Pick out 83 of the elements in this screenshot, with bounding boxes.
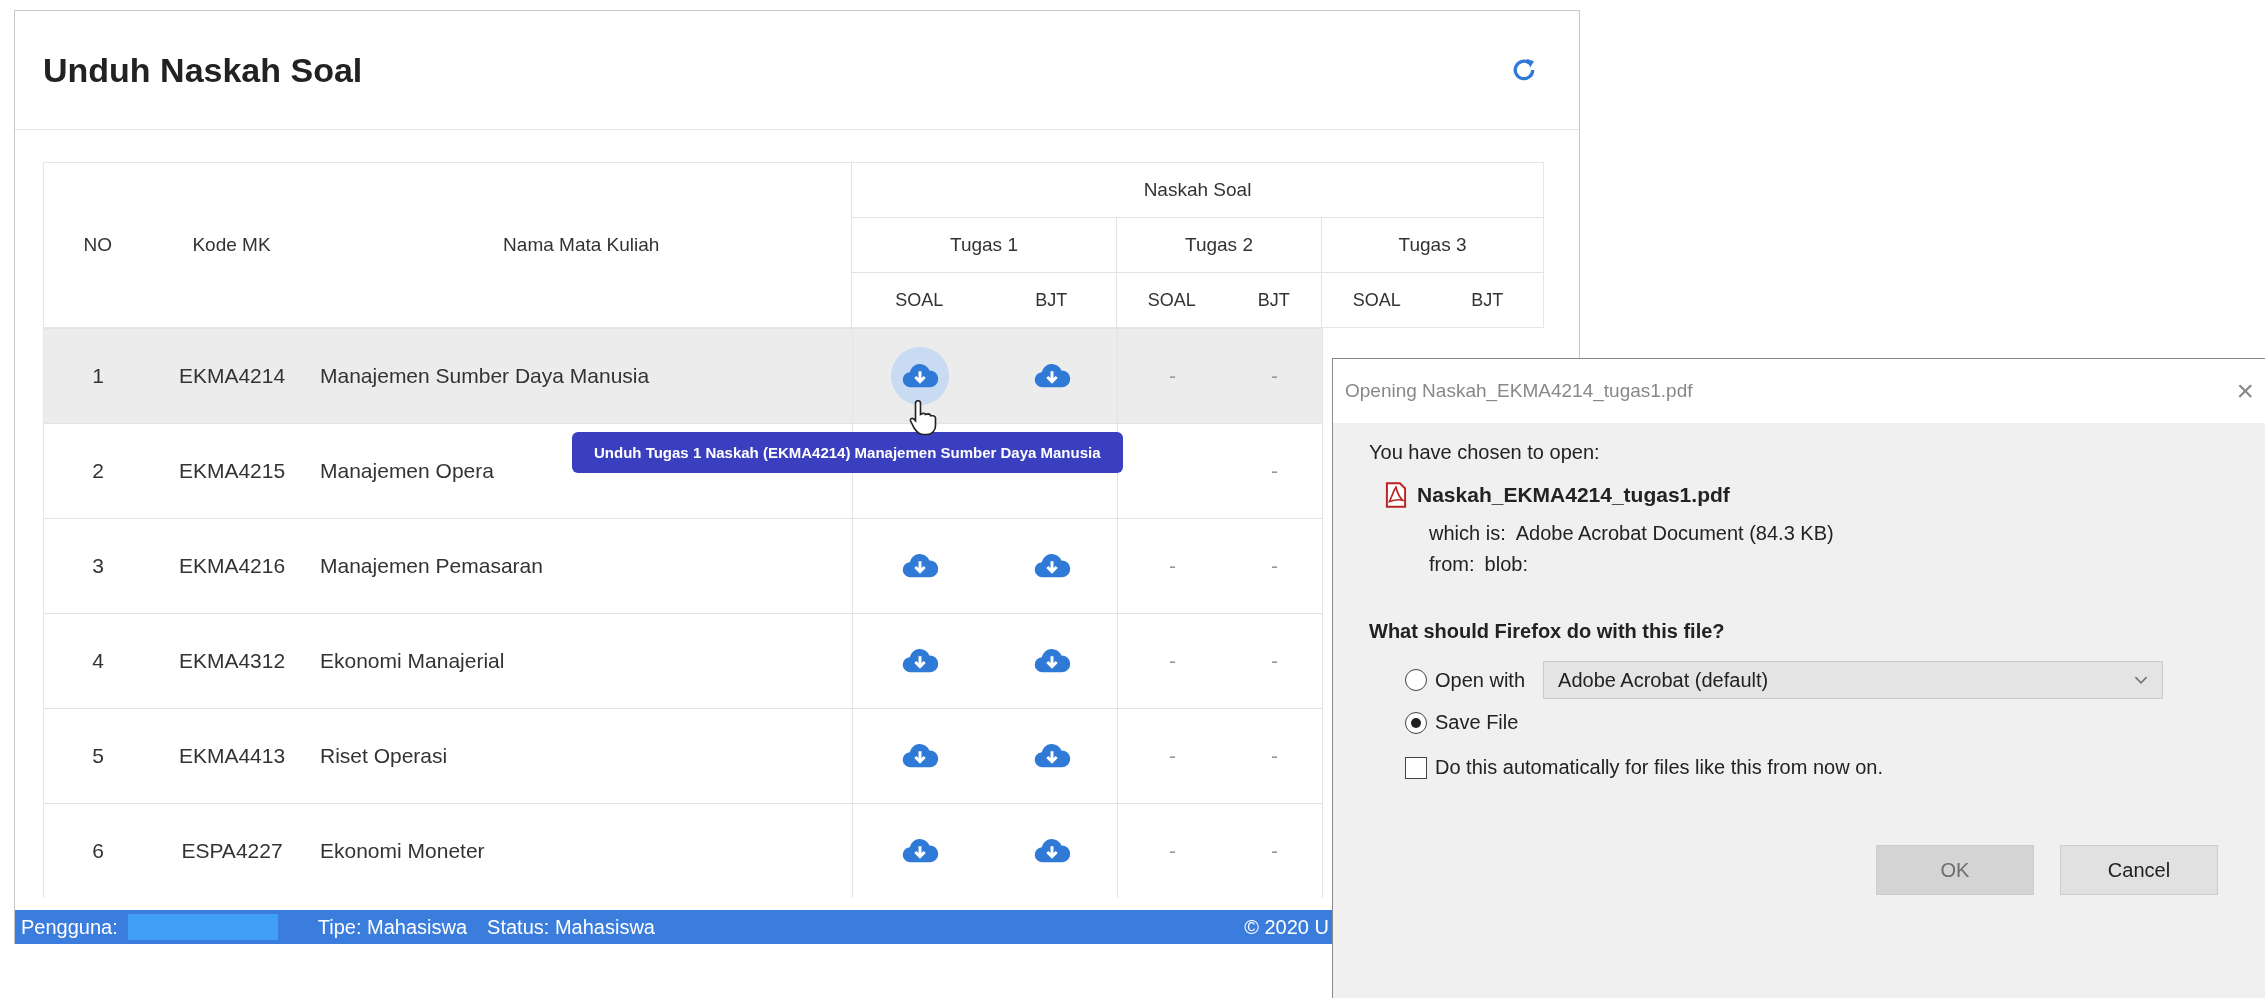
column-header: SOAL bbox=[1147, 289, 1196, 310]
pdf-file-icon bbox=[1383, 482, 1409, 508]
dialog-button[interactable]: Cancel bbox=[2060, 845, 2218, 895]
cloud-download-icon bbox=[901, 552, 939, 580]
table-cell: EKMA4214 bbox=[178, 364, 286, 388]
cloud-download-icon bbox=[1033, 647, 1071, 675]
table-cell: 4 bbox=[92, 649, 104, 673]
empty-mark: - bbox=[1169, 839, 1176, 863]
copyright: © 2020 U bbox=[1244, 915, 1329, 939]
cloud-download-icon bbox=[1033, 552, 1071, 580]
dialog-question: What should Firefox do with this file? bbox=[1369, 620, 1726, 643]
close-button[interactable]: × bbox=[2236, 374, 2254, 408]
empty-mark: - bbox=[1271, 554, 1278, 578]
table-cell: EKMA4216 bbox=[178, 554, 286, 578]
empty-mark: - bbox=[1169, 554, 1176, 578]
detail-label: which is: bbox=[1429, 522, 1506, 545]
file-name: Naskah_EKMA4214_tugas1.pdf bbox=[1417, 483, 1730, 507]
column-header: NO bbox=[83, 234, 112, 255]
column-header: Kode MK bbox=[192, 234, 271, 255]
radio-button[interactable] bbox=[1405, 711, 1427, 734]
empty-mark: - bbox=[1271, 459, 1278, 483]
user-label: Pengguna: bbox=[21, 915, 118, 939]
table-cell: 5 bbox=[92, 744, 104, 768]
table-cell: EKMA4312 bbox=[178, 649, 286, 673]
hand-cursor-icon bbox=[908, 398, 938, 436]
empty-mark: - bbox=[1271, 649, 1278, 673]
empty-mark: - bbox=[1271, 744, 1278, 768]
table-cell: 1 bbox=[92, 364, 104, 388]
cloud-download-icon bbox=[901, 647, 939, 675]
table-row[interactable]: 6 ESPA4227 Ekonomi Moneter - - bbox=[44, 803, 1322, 898]
checkbox[interactable] bbox=[1405, 756, 1427, 779]
cloud-download-icon bbox=[901, 362, 939, 390]
table-cell: Manajemen Sumber Daya Manusia bbox=[320, 364, 650, 388]
empty-mark: - bbox=[1271, 364, 1278, 388]
table-cell: Manajemen Opera bbox=[320, 459, 494, 483]
table-cell: EKMA4413 bbox=[178, 744, 286, 768]
table-row[interactable]: 1 EKMA4214 Manajemen Sumber Daya Manusia - - bbox=[44, 328, 1322, 423]
column-header: BJT bbox=[1257, 289, 1290, 310]
column-group-header: Tugas 3 bbox=[1398, 234, 1467, 255]
tooltip: Unduh Tugas 1 Naskah (EKMA4214) Manajemen Sumber Daya Manusia bbox=[572, 432, 1123, 473]
empty-mark: - bbox=[1169, 744, 1176, 768]
empty-mark: - bbox=[1169, 649, 1176, 673]
column-header: BJT bbox=[1035, 289, 1068, 310]
column-group-header: Tugas 1 bbox=[950, 234, 1018, 255]
table-cell: Manajemen Pemasaran bbox=[320, 554, 543, 578]
checkbox-label[interactable]: Do this automatically for files like this from now on. bbox=[1435, 756, 1883, 779]
radio-button[interactable] bbox=[1405, 669, 1427, 691]
cloud-download-icon bbox=[901, 742, 939, 770]
table-cell: Riset Operasi bbox=[320, 744, 448, 768]
radio-label[interactable]: Open with bbox=[1435, 668, 1526, 692]
app-dropdown[interactable]: Adobe Acrobat (default) bbox=[1543, 661, 2164, 699]
table-cell: EKMA4215 bbox=[178, 459, 286, 483]
detail-value: blob: bbox=[1484, 553, 1528, 576]
user-status: Status: Mahasiswa bbox=[487, 915, 655, 939]
user-type: Tipe: Mahasiswa bbox=[317, 915, 468, 939]
table-cell: Ekonomi Moneter bbox=[320, 839, 485, 863]
cloud-download-icon bbox=[1033, 837, 1071, 865]
column-header: SOAL bbox=[1352, 289, 1401, 310]
empty-mark: - bbox=[1169, 364, 1176, 388]
column-header: SOAL bbox=[895, 289, 944, 310]
table-row[interactable]: 4 EKMA4312 Ekonomi Manajerial - - bbox=[44, 613, 1322, 708]
table-cell: 3 bbox=[92, 554, 104, 578]
column-group-header: Naskah Soal bbox=[1143, 179, 1252, 200]
dialog-title: Opening Naskah_EKMA4214_tugas1.pdf bbox=[1345, 380, 1693, 402]
column-header: BJT bbox=[1471, 289, 1504, 310]
table-cell: 6 bbox=[92, 839, 104, 863]
radio-label[interactable]: Save File bbox=[1435, 711, 1519, 734]
cloud-download-icon bbox=[1033, 742, 1071, 770]
dialog-text: You have chosen to open: bbox=[1369, 441, 1601, 464]
column-header: Nama Mata Kuliah bbox=[503, 234, 660, 255]
table-row[interactable]: 3 EKMA4216 Manajemen Pemasaran - - bbox=[44, 518, 1322, 613]
detail-value: Adobe Acrobat Document (84.3 KB) bbox=[1515, 522, 1834, 545]
column-group-header: Tugas 2 bbox=[1185, 234, 1253, 255]
table-cell: 2 bbox=[92, 459, 104, 483]
table-row[interactable]: 5 EKMA4413 Riset Operasi - - bbox=[44, 708, 1322, 803]
page-title: Unduh Naskah Soal bbox=[43, 50, 363, 90]
cloud-download-icon bbox=[1033, 362, 1071, 390]
chevron-down-icon bbox=[2134, 675, 2149, 685]
table-cell: Ekonomi Manajerial bbox=[320, 649, 505, 673]
empty-mark: - bbox=[1271, 839, 1278, 863]
table-cell: ESPA4227 bbox=[181, 839, 283, 863]
cloud-download-icon bbox=[901, 837, 939, 865]
detail-label: from: bbox=[1429, 553, 1475, 576]
